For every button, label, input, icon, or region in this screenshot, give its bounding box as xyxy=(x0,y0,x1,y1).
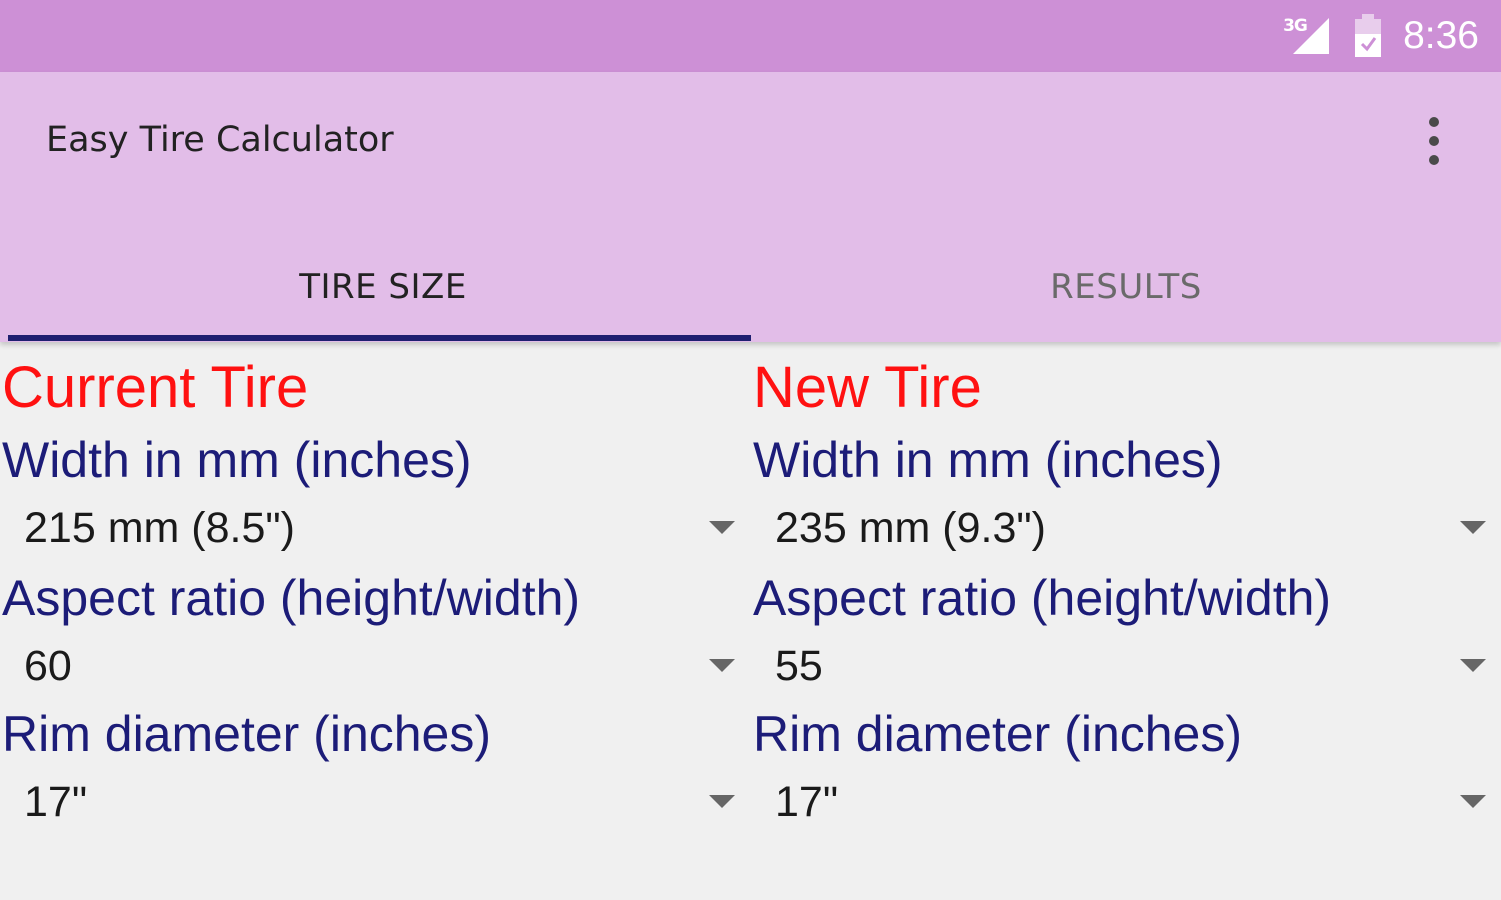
new-rim-value: 17" xyxy=(775,778,839,826)
status-bar: 3G 8:36 xyxy=(0,0,1501,72)
new-width-label: Width in mm (inches) xyxy=(753,432,1223,488)
app-title: Easy Tire Calculator xyxy=(46,120,394,160)
dropdown-arrow-icon xyxy=(709,521,735,534)
new-aspect-spinner[interactable]: 55 xyxy=(751,634,1496,698)
current-rim-label: Rim diameter (inches) xyxy=(2,706,492,762)
current-rim-value: 17" xyxy=(24,778,88,826)
dropdown-arrow-icon xyxy=(1460,659,1486,672)
more-vert-icon[interactable] xyxy=(1412,110,1456,172)
clock: 8:36 xyxy=(1403,14,1479,57)
new-tire-heading: New Tire xyxy=(753,355,982,420)
current-aspect-value: 60 xyxy=(24,642,72,690)
current-aspect-spinner[interactable]: 60 xyxy=(0,634,745,698)
status-icons: 3G 8:36 xyxy=(1283,0,1479,72)
current-width-spinner[interactable]: 215 mm (8.5") xyxy=(0,496,745,560)
network-type: 3G xyxy=(1283,16,1308,36)
current-aspect-label: Aspect ratio (height/width) xyxy=(2,570,581,626)
dropdown-arrow-icon xyxy=(709,795,735,808)
signal-icon: 3G xyxy=(1283,14,1333,58)
new-width-value: 235 mm (9.3") xyxy=(775,504,1046,552)
current-width-label: Width in mm (inches) xyxy=(2,432,472,488)
current-rim-spinner[interactable]: 17" xyxy=(0,770,745,834)
dropdown-arrow-icon xyxy=(1460,795,1486,808)
new-rim-label: Rim diameter (inches) xyxy=(753,706,1243,762)
tab-tire-size[interactable]: TIRE SIZE xyxy=(8,232,758,342)
current-tire-heading: Current Tire xyxy=(2,355,309,420)
battery-icon xyxy=(1355,14,1382,57)
tab-indicator xyxy=(8,335,751,341)
new-width-spinner[interactable]: 235 mm (9.3") xyxy=(751,496,1496,560)
new-rim-spinner[interactable]: 17" xyxy=(751,770,1496,834)
current-width-value: 215 mm (8.5") xyxy=(24,504,295,552)
new-aspect-value: 55 xyxy=(775,642,823,690)
dropdown-arrow-icon xyxy=(1460,521,1486,534)
tab-results[interactable]: RESULTS xyxy=(751,232,1501,342)
dropdown-arrow-icon xyxy=(709,659,735,672)
new-aspect-label: Aspect ratio (height/width) xyxy=(753,570,1332,626)
